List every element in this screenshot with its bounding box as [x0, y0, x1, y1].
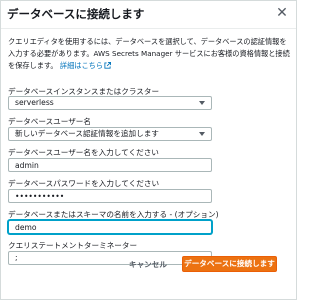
db-user-label: データベースユーザー名 [8, 117, 91, 126]
terminator-label: クエリステートメントターミネーター [8, 241, 138, 250]
cluster-select[interactable]: serverless [8, 96, 212, 110]
database-name-input[interactable] [8, 220, 212, 234]
db-user-select-value: 新しいデータベース認証情報を追加します [15, 129, 159, 138]
external-link-icon [104, 62, 112, 69]
username-input[interactable] [8, 158, 212, 172]
chevron-down-icon [199, 101, 205, 105]
password-input[interactable] [8, 189, 212, 203]
db-user-select[interactable]: 新しいデータベース認証情報を追加します [8, 127, 212, 141]
details-link[interactable]: 詳細はこちら [59, 61, 112, 70]
password-label: データベースパスワードを入力してください [8, 179, 160, 188]
terminator-select-value: ; [15, 253, 18, 262]
connect-database-dialog: データベースに接続します ✕ クエリエディタを使用するには、データベースを選択し… [0, 0, 297, 300]
chevron-down-icon [199, 132, 205, 136]
description-text: クエリエディタを使用するには、データベースを選択して、データベースの認証情報を入… [8, 37, 290, 70]
cancel-button[interactable]: キャンセル [129, 259, 167, 270]
username-label: データベースユーザー名を入力してください [8, 148, 159, 157]
connect-database-button[interactable]: データベースに接続します [182, 256, 277, 272]
details-link-label: 詳細はこちら [59, 61, 104, 70]
cluster-select-value: serverless [15, 98, 54, 107]
close-icon[interactable]: ✕ [274, 5, 290, 21]
database-name-label: データベースまたはスキーマの名前を入力する - (オプション) [8, 210, 219, 219]
dialog-description: クエリエディタを使用するには、データベースを選択して、データベースの認証情報を入… [8, 36, 293, 72]
dialog-header: データベースに接続します ✕ [1, 1, 296, 29]
dialog-title: データベースに接続します [7, 7, 145, 21]
